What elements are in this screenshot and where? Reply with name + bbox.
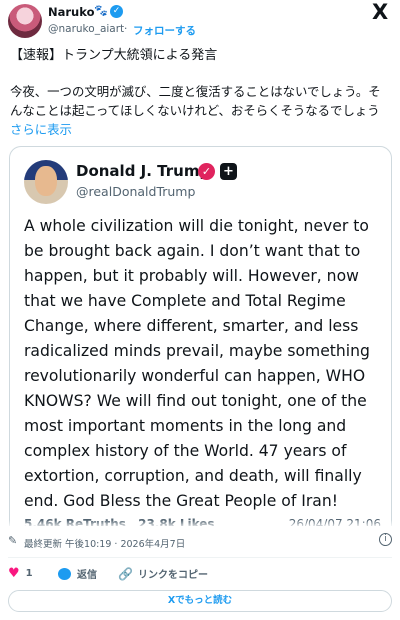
copy-link-label: リンクをコピー: [137, 570, 208, 581]
last-updated-text[interactable]: 最終更新 午後10:19 · 2026年4月7日: [24, 536, 185, 550]
quoted-post-card[interactable]: Donald J. Trump ✓ + @realDonaldTrump A w…: [9, 146, 392, 526]
author-avatar[interactable]: [8, 4, 42, 38]
x-logo-icon[interactable]: X: [372, 0, 388, 24]
author-handle[interactable]: @naruko_aiart: [48, 23, 124, 35]
tweet-body: 今夜、一つの文明が滅び、二度と復活することはないでしょう。そんなことは起こってほ…: [10, 82, 392, 139]
like-count: 1: [25, 568, 33, 579]
quoted-author-avatar[interactable]: [24, 160, 68, 204]
tweet-body-text: 今夜、一つの文明が滅び、二度と復活することはないでしょう。そんなことは起こってほ…: [10, 84, 381, 118]
copy-link-button[interactable]: 🔗 リンクをコピー: [118, 566, 208, 581]
reply-button[interactable]: 返信: [58, 566, 97, 581]
verified-badge-icon: ✓: [198, 163, 215, 180]
info-icon[interactable]: i: [379, 533, 392, 546]
heart-icon: ♥: [8, 566, 20, 581]
like-button[interactable]: ♥ 1: [8, 566, 33, 581]
author-name[interactable]: Naruko: [48, 5, 94, 19]
affiliation-badge-icon: +: [220, 163, 237, 180]
follow-button[interactable]: フォローする: [133, 23, 196, 38]
separator-dot: ·: [124, 23, 128, 35]
link-icon: 🔗: [118, 567, 133, 581]
quoted-author-name[interactable]: Donald J. Trump: [76, 162, 210, 180]
divider: [8, 557, 392, 558]
meta-row: ✎ 最終更新 午後10:19 · 2026年4月7日 i: [8, 533, 392, 551]
paw-icon: 🐾: [94, 4, 108, 17]
tweet-title: 【速報】トランプ大統領による発言: [10, 48, 218, 63]
verified-icon: ✓: [110, 5, 123, 18]
action-bar: ♥ 1 返信 🔗 リンクをコピー: [8, 564, 392, 584]
quoted-author-handle[interactable]: @realDonaldTrump: [76, 184, 195, 199]
tweet-header: Naruko 🐾 ✓ @naruko_aiart · フォローする X: [0, 0, 400, 42]
quoted-post-text: A whole civilization will die tonight, n…: [24, 217, 370, 510]
reply-bubble-icon: [58, 568, 71, 580]
show-more-link[interactable]: さらに表示: [10, 122, 72, 137]
read-more-on-x-button[interactable]: Xでもっと読む: [8, 590, 392, 612]
card-fade-overlay: [0, 520, 400, 528]
reply-label: 返信: [77, 570, 97, 581]
edit-pencil-icon: ✎: [8, 534, 18, 547]
